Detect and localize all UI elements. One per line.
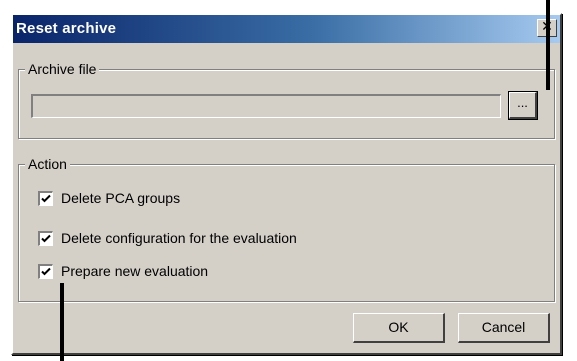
checkmark-icon — [41, 194, 51, 202]
callout-pointer-bottom — [60, 283, 64, 361]
checkmark-icon — [41, 267, 51, 275]
window-title: Reset archive — [16, 20, 117, 37]
prepare-new-evaluation-label: Prepare new evaluation — [61, 263, 209, 279]
screenshot-stage: Reset archive ✕ Archive file ... Action … — [0, 0, 577, 361]
title-bar[interactable]: Reset archive ✕ — [13, 15, 560, 43]
callout-pointer-top — [546, 0, 550, 90]
cancel-button[interactable]: Cancel — [458, 313, 550, 343]
ok-button[interactable]: OK — [353, 313, 445, 343]
prepare-new-evaluation-checkbox[interactable] — [38, 263, 53, 279]
archive-path-field[interactable] — [31, 94, 501, 118]
checkmark-icon — [41, 234, 51, 242]
delete-pca-groups-checkbox[interactable] — [38, 190, 53, 206]
delete-configuration-label: Delete configuration for the evaluation — [61, 230, 297, 246]
option-delete-pca-groups[interactable]: Delete PCA groups — [38, 188, 180, 208]
archive-file-group: Archive file ... — [18, 60, 555, 139]
reset-archive-dialog: Reset archive ✕ Archive file ... Action … — [11, 13, 562, 355]
action-legend: Action — [25, 155, 70, 173]
delete-pca-groups-label: Delete PCA groups — [61, 190, 181, 206]
browse-button[interactable]: ... — [508, 91, 538, 120]
option-delete-configuration[interactable]: Delete configuration for the evaluation — [38, 228, 297, 248]
archive-file-legend: Archive file — [25, 60, 100, 78]
action-group: Action Delete PCA groups Delete configur… — [18, 155, 555, 302]
delete-configuration-checkbox[interactable] — [38, 230, 53, 246]
option-prepare-new-evaluation[interactable]: Prepare new evaluation — [38, 261, 208, 281]
